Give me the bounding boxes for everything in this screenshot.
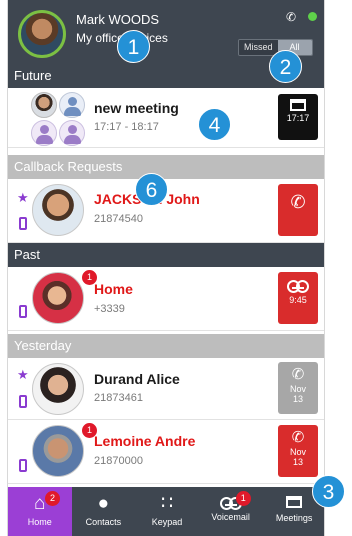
phone-icon: ✆ bbox=[290, 192, 306, 212]
contact-number: 21870000 bbox=[94, 455, 143, 467]
participant-placeholder-icon bbox=[59, 120, 85, 146]
favorite-star-icon: ★ bbox=[17, 190, 29, 205]
section-past: Past bbox=[8, 243, 324, 267]
filter-missed-button[interactable]: Missed bbox=[239, 40, 278, 55]
participant-placeholder-icon bbox=[59, 92, 85, 118]
keypad-icon: ∷ bbox=[160, 493, 174, 514]
play-voicemail-button[interactable]: 9:45 bbox=[278, 272, 318, 324]
section-callback-requests: Callback Requests bbox=[8, 155, 324, 179]
tab-contacts[interactable]: ● Contacts bbox=[72, 487, 136, 536]
contact-photo bbox=[32, 184, 84, 236]
notification-badge: 2 bbox=[45, 491, 60, 506]
list-item-meeting[interactable]: new meeting 17:17 - 18:17 17:17 bbox=[8, 88, 324, 148]
tab-voicemail[interactable]: Voicemail 1 bbox=[199, 487, 263, 536]
tab-keypad[interactable]: ∷ Keypad bbox=[135, 487, 199, 536]
callout-marker: 3 bbox=[312, 475, 345, 508]
meeting-start-time: 17:17 bbox=[286, 113, 310, 123]
contact-name: Durand Alice bbox=[94, 371, 180, 387]
contact-number: 21874540 bbox=[94, 213, 143, 225]
contacts-icon: ● bbox=[97, 493, 110, 514]
meeting-time: 17:17 - 18:17 bbox=[94, 121, 159, 133]
contact-name: Home bbox=[94, 281, 133, 297]
contact-number: +3339 bbox=[94, 303, 125, 315]
meeting-title: new meeting bbox=[94, 100, 179, 116]
tab-label: Keypad bbox=[151, 517, 183, 527]
call-back-button[interactable]: ✆ Nov 13 bbox=[278, 425, 318, 477]
tab-home[interactable]: ⌂ Home 2 bbox=[8, 487, 72, 536]
voicemail-icon bbox=[287, 280, 309, 293]
participant-photo bbox=[31, 92, 57, 118]
favorite-star-icon: ★ bbox=[17, 367, 29, 382]
calendar-icon bbox=[286, 496, 303, 508]
calendar-icon bbox=[290, 99, 306, 111]
call-date-day: 13 bbox=[292, 394, 303, 404]
contact-name: Lemoine Andre bbox=[94, 433, 196, 449]
list-item-call[interactable]: 1 Lemoine Andre 21870000 ✆ Nov 13 bbox=[8, 420, 324, 484]
callout-marker: 1 bbox=[117, 30, 150, 63]
contact-photo bbox=[32, 425, 84, 477]
callout-marker: 6 bbox=[135, 173, 168, 206]
list-item-voicemail[interactable]: 1 Home +3339 9:45 bbox=[8, 267, 324, 331]
tab-label: Home bbox=[27, 517, 52, 527]
participant-placeholder-icon bbox=[31, 120, 57, 146]
call-date-month: Nov bbox=[289, 447, 306, 457]
voicemail-time: 9:45 bbox=[289, 295, 307, 305]
tab-label: Contacts bbox=[85, 517, 122, 527]
participants-avatars bbox=[31, 92, 87, 148]
callout-marker: 4 bbox=[198, 108, 231, 141]
call-back-button[interactable]: ✆ Nov 13 bbox=[278, 362, 318, 414]
section-yesterday: Yesterday bbox=[8, 334, 324, 358]
mobile-phone-icon bbox=[19, 395, 27, 408]
contact-photo bbox=[32, 272, 84, 324]
call-date-month: Nov bbox=[289, 384, 306, 394]
presence-status-icon bbox=[308, 12, 317, 21]
mobile-phone-icon bbox=[19, 217, 27, 230]
phone-icon: ✆ bbox=[291, 366, 305, 383]
contact-photo bbox=[32, 363, 84, 415]
wifi-call-icon: ✆ bbox=[286, 10, 297, 24]
tab-label: Meetings bbox=[275, 513, 313, 523]
home-icon: ⌂ bbox=[34, 493, 46, 514]
tab-label: Voicemail bbox=[211, 512, 250, 522]
phone-icon: ✆ bbox=[291, 429, 305, 446]
contact-number: 21873461 bbox=[94, 392, 143, 404]
notification-badge: 1 bbox=[235, 491, 251, 506]
callout-marker: 2 bbox=[269, 50, 302, 83]
mobile-phone-icon bbox=[19, 305, 27, 318]
user-avatar[interactable] bbox=[18, 10, 66, 58]
call-date-day: 13 bbox=[292, 457, 303, 467]
list-item-call[interactable]: ★ Durand Alice 21873461 ✆ Nov 13 bbox=[8, 358, 324, 420]
join-meeting-button[interactable]: 17:17 bbox=[278, 94, 318, 140]
call-back-button[interactable]: ✆ bbox=[278, 184, 318, 236]
mobile-phone-icon bbox=[19, 459, 27, 472]
bottom-tab-bar: ⌂ Home 2 ● Contacts ∷ Keypad Voicemail 1… bbox=[8, 487, 324, 536]
user-name: Mark WOODS bbox=[76, 12, 160, 27]
